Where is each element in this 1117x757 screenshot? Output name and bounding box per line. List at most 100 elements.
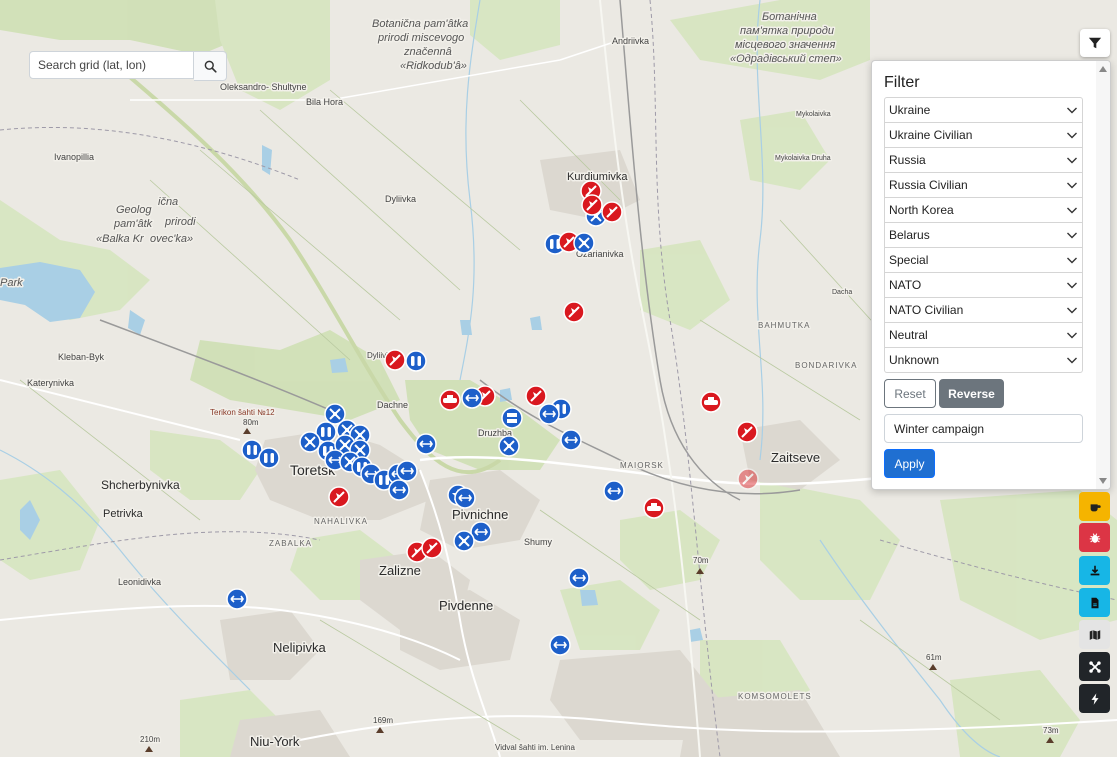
russia-unit-marker[interactable] bbox=[700, 391, 722, 413]
russia-unit-marker[interactable] bbox=[643, 497, 665, 519]
filter-category-label: Ukraine bbox=[889, 103, 931, 117]
ukraine-unit-marker[interactable] bbox=[501, 407, 523, 429]
document-button[interactable] bbox=[1079, 588, 1110, 617]
filter-category-label: Ukraine Civilian bbox=[889, 128, 973, 142]
label-nature-left-6: ovec'ka» bbox=[150, 233, 193, 245]
label-bondarivka: BONDARIVKA bbox=[795, 361, 857, 370]
russia-unit-marker[interactable] bbox=[601, 201, 623, 223]
bug-button[interactable] bbox=[1079, 523, 1110, 552]
bug-icon bbox=[1089, 532, 1100, 543]
filter-category-label: Neutral bbox=[889, 328, 928, 342]
russia-unit-marker[interactable] bbox=[737, 468, 759, 490]
ukraine-unit-marker[interactable] bbox=[453, 530, 475, 552]
reset-button[interactable]: Reset bbox=[884, 379, 936, 408]
filter-category-label: Special bbox=[889, 253, 929, 267]
download-button[interactable] bbox=[1079, 556, 1110, 585]
filter-category-label: NATO bbox=[889, 278, 922, 292]
map-icon bbox=[1089, 629, 1100, 640]
label-mykolaivka: Mykolaivka bbox=[796, 111, 831, 118]
russia-unit-marker[interactable] bbox=[581, 194, 603, 216]
chevron-down-icon bbox=[1067, 357, 1077, 364]
filter-category-label: Unknown bbox=[889, 353, 940, 367]
scroll-down-arrow-icon[interactable] bbox=[1099, 478, 1107, 484]
label-nature-top-2: prirodi miscevogo bbox=[377, 32, 464, 44]
ukraine-unit-marker[interactable] bbox=[258, 447, 280, 469]
chevron-down-icon bbox=[1067, 232, 1077, 239]
filter-category-russia[interactable]: Russia bbox=[884, 148, 1083, 173]
ukraine-unit-marker[interactable] bbox=[461, 387, 483, 409]
label-kurdiumivka: Kurdiumivka bbox=[567, 171, 628, 183]
filter-scrollbar[interactable] bbox=[1096, 61, 1110, 489]
ukraine-unit-marker[interactable] bbox=[396, 460, 418, 482]
reverse-button[interactable]: Reverse bbox=[939, 379, 1004, 408]
russia-unit-marker[interactable] bbox=[525, 385, 547, 407]
apply-button[interactable]: Apply bbox=[884, 449, 935, 478]
label-nature-top-1: Botanična pam'âtka bbox=[372, 18, 468, 30]
filter-category-nato[interactable]: NATO bbox=[884, 273, 1083, 298]
search-input[interactable] bbox=[29, 51, 194, 79]
filter-category-neutral[interactable]: Neutral bbox=[884, 323, 1083, 348]
label-elevation-73: 73m bbox=[1043, 726, 1059, 735]
ukraine-unit-marker[interactable] bbox=[226, 588, 248, 610]
filter-title: Filter bbox=[884, 74, 920, 91]
filter-category-label: Belarus bbox=[889, 228, 930, 242]
ukraine-unit-marker[interactable] bbox=[388, 479, 410, 501]
coffee-button[interactable] bbox=[1079, 492, 1110, 521]
search-button[interactable] bbox=[194, 51, 227, 81]
label-elevation-61: 61m bbox=[926, 653, 942, 662]
label-elevation-70: 70m bbox=[693, 556, 709, 565]
label-park: Park bbox=[0, 277, 23, 289]
chevron-down-icon bbox=[1067, 332, 1077, 339]
lightning-icon bbox=[1091, 692, 1098, 705]
label-nelipivka: Nelipivka bbox=[273, 640, 327, 655]
chevron-down-icon bbox=[1067, 182, 1077, 189]
drone-button[interactable] bbox=[1079, 652, 1110, 681]
grid-search bbox=[29, 51, 227, 81]
filter-toggle-button[interactable] bbox=[1080, 29, 1110, 57]
russia-unit-marker[interactable] bbox=[421, 537, 443, 559]
ukraine-unit-marker[interactable] bbox=[549, 634, 571, 656]
label-bahmutka: BAHMUTKA bbox=[758, 321, 810, 330]
filter-category-special[interactable]: Special bbox=[884, 248, 1083, 273]
russia-unit-marker[interactable] bbox=[439, 389, 461, 411]
label-oleksandro-shultyne: Oleksandro- Shultyne bbox=[220, 82, 307, 92]
filter-category-list: Ukraine Ukraine Civilian Russia Russia Civi… bbox=[884, 97, 1083, 373]
filter-category-label: Russia bbox=[889, 153, 926, 167]
label-zaitseve: Zaitseve bbox=[771, 450, 820, 465]
label-elevation-210: 210m bbox=[140, 735, 160, 744]
russia-unit-marker[interactable] bbox=[563, 301, 585, 323]
scroll-up-arrow-icon[interactable] bbox=[1099, 66, 1107, 72]
campaign-input[interactable] bbox=[884, 414, 1083, 443]
ukraine-unit-marker[interactable] bbox=[415, 433, 437, 455]
filter-category-north-korea[interactable]: North Korea bbox=[884, 198, 1083, 223]
filter-category-nato-civilian[interactable]: NATO Civilian bbox=[884, 298, 1083, 323]
ukraine-unit-marker[interactable] bbox=[405, 350, 427, 372]
russia-unit-marker[interactable] bbox=[736, 421, 758, 443]
label-nature-left-1: Geolog bbox=[116, 204, 152, 216]
label-dachne: Dachne bbox=[377, 400, 408, 410]
filter-category-belarus[interactable]: Belarus bbox=[884, 223, 1083, 248]
label-nature-right-2: пам'ятка природи bbox=[740, 25, 834, 37]
ukraine-unit-marker[interactable] bbox=[454, 487, 476, 509]
label-nature-left-4: prirodi bbox=[164, 216, 196, 228]
label-vidval: Vidval šahti im. Lenina bbox=[495, 743, 575, 752]
ukraine-unit-marker[interactable] bbox=[560, 429, 582, 451]
filter-category-ukraine-civilian[interactable]: Ukraine Civilian bbox=[884, 123, 1083, 148]
ukraine-unit-marker[interactable] bbox=[568, 567, 590, 589]
ukraine-unit-marker[interactable] bbox=[573, 232, 595, 254]
filter-category-russia-civilian[interactable]: Russia Civilian bbox=[884, 173, 1083, 198]
chevron-down-icon bbox=[1067, 132, 1077, 139]
chevron-down-icon bbox=[1067, 282, 1077, 289]
russia-unit-marker[interactable] bbox=[328, 486, 350, 508]
filter-category-ukraine[interactable]: Ukraine bbox=[884, 97, 1083, 123]
filter-category-unknown[interactable]: Unknown bbox=[884, 348, 1083, 373]
ukraine-unit-marker[interactable] bbox=[498, 435, 520, 457]
map-button[interactable] bbox=[1079, 620, 1110, 649]
lightning-button[interactable] bbox=[1079, 684, 1110, 713]
russia-unit-marker[interactable] bbox=[384, 349, 406, 371]
label-zabalka: ZABALKA bbox=[269, 539, 312, 548]
ukraine-unit-marker[interactable] bbox=[299, 431, 321, 453]
ukraine-unit-marker[interactable] bbox=[603, 480, 625, 502]
label-dacha: Dacha bbox=[832, 289, 852, 296]
ukraine-unit-marker[interactable] bbox=[538, 403, 560, 425]
